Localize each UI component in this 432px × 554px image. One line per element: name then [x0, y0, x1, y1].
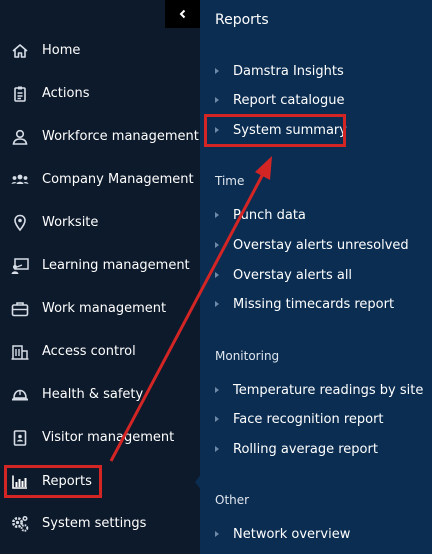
annotation-arrow — [109, 156, 272, 462]
